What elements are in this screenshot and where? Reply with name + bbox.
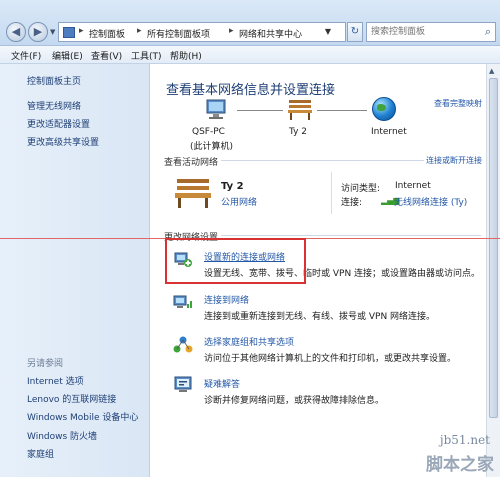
refresh-icon: ↻ bbox=[350, 26, 360, 37]
sidebar: 控制面板主页 管理无线网络 更改适配器设置 更改高级共享设置 另请参阅 Inte… bbox=[0, 64, 150, 477]
map-node-network-name: Ty 2 bbox=[289, 127, 308, 137]
menu-help[interactable]: 帮助(H) bbox=[170, 49, 202, 62]
map-node-internet-name: Internet bbox=[371, 127, 407, 137]
bench-network-icon bbox=[288, 100, 312, 120]
control-panel-icon bbox=[63, 27, 75, 38]
divider bbox=[331, 172, 332, 214]
map-node-computer-sub: (此计算机) bbox=[190, 142, 234, 152]
watermark-site: jb51.net bbox=[439, 433, 490, 447]
back-arrow-icon: ◀ bbox=[11, 25, 21, 38]
active-networks-label: 查看活动网络 bbox=[164, 158, 219, 168]
divider bbox=[221, 235, 481, 236]
breadcrumb-separator-icon[interactable]: ▸ bbox=[229, 26, 234, 36]
page-title: 查看基本网络信息并设置连接 bbox=[166, 83, 336, 98]
menu-edit[interactable]: 编辑(E) bbox=[52, 49, 83, 62]
breadcrumb[interactable]: ▸ 控制面板 ▸ 所有控制面板项 ▸ 网络和共享中心 ▼ bbox=[58, 22, 346, 42]
task-troubleshoot-link[interactable]: 疑难解答 bbox=[204, 377, 240, 390]
menu-tools[interactable]: 工具(T) bbox=[131, 49, 162, 62]
forward-arrow-icon: ▶ bbox=[33, 25, 43, 38]
view-full-map-link[interactable]: 查看完整映射 bbox=[434, 98, 482, 109]
computer-icon bbox=[206, 99, 226, 119]
task-connect-network-link[interactable]: 连接到网络 bbox=[204, 293, 249, 306]
breadcrumb-separator-icon[interactable]: ▸ bbox=[137, 26, 142, 36]
breadcrumb-item[interactable]: 网络和共享中心 bbox=[239, 27, 302, 40]
task-connect-network-desc: 连接到或重新连接到无线、有线、拨号或 VPN 网络连接。 bbox=[204, 312, 436, 322]
network-name: Ty 2 bbox=[221, 181, 244, 192]
search-input[interactable] bbox=[367, 23, 477, 40]
see-also-internet-options[interactable]: Internet 选项 bbox=[27, 374, 84, 387]
breadcrumb-item[interactable]: 所有控制面板项 bbox=[147, 27, 210, 40]
see-also-windows-mobile[interactable]: Windows Mobile 设备中心 bbox=[27, 410, 138, 423]
annotation-highlight-box bbox=[165, 238, 306, 284]
task-troubleshoot-desc: 诊断并修复网络问题，或获得故障排除信息。 bbox=[204, 396, 385, 406]
access-type-value: Internet bbox=[395, 181, 431, 191]
see-also-homegroup[interactable]: 家庭组 bbox=[27, 447, 54, 460]
breadcrumb-item[interactable]: 控制面板 bbox=[89, 27, 125, 40]
task-homegroup-link[interactable]: 选择家庭组和共享选项 bbox=[204, 335, 294, 348]
address-dropdown-icon[interactable]: ▼ bbox=[325, 27, 331, 36]
network-type-link[interactable]: 公用网络 bbox=[221, 195, 257, 208]
map-link-line bbox=[237, 110, 283, 111]
search-box[interactable]: ⌕ bbox=[366, 22, 496, 42]
search-icon[interactable]: ⌕ bbox=[485, 25, 491, 39]
troubleshoot-icon bbox=[174, 376, 192, 392]
task-homegroup-desc: 访问位于其他网络计算机上的文件和打印机，或更改共享设置。 bbox=[204, 354, 457, 364]
connect-disconnect-link[interactable]: 连接或断开连接 bbox=[426, 155, 482, 166]
see-also-firewall[interactable]: Windows 防火墙 bbox=[27, 429, 97, 442]
menu-view[interactable]: 查看(V) bbox=[91, 49, 122, 62]
internet-globe-icon bbox=[372, 97, 396, 121]
sidebar-item-advanced-sharing[interactable]: 更改高级共享设置 bbox=[27, 135, 99, 148]
refresh-button[interactable]: ↻ bbox=[347, 22, 363, 42]
access-type-label: 访问类型: bbox=[341, 184, 381, 194]
homegroup-icon bbox=[173, 336, 193, 353]
see-also-lenovo[interactable]: Lenovo 的互联网链接 bbox=[27, 392, 116, 405]
vertical-scrollbar[interactable]: ▲ bbox=[486, 64, 500, 477]
history-dropdown-icon[interactable]: ▼ bbox=[50, 28, 55, 36]
scrollbar-thumb[interactable] bbox=[489, 78, 498, 418]
watermark-brand: 脚本之家 bbox=[426, 455, 494, 475]
scroll-up-icon[interactable]: ▲ bbox=[489, 67, 494, 75]
bench-network-icon bbox=[175, 179, 211, 208]
map-link-line bbox=[317, 110, 367, 111]
divider bbox=[221, 160, 424, 161]
forward-button[interactable]: ▶ bbox=[28, 22, 48, 42]
map-node-computer-name: QSF-PC bbox=[192, 127, 225, 137]
breadcrumb-separator-icon[interactable]: ▸ bbox=[79, 26, 84, 36]
sidebar-item-adapter-settings[interactable]: 更改适配器设置 bbox=[27, 117, 90, 130]
connection-label: 连接: bbox=[341, 198, 363, 208]
address-bar: ◀ ▶ ▼ ▸ 控制面板 ▸ 所有控制面板项 ▸ 网络和共享中心 ▼ ↻ ⌕ bbox=[0, 0, 500, 46]
sidebar-item-control-panel-home[interactable]: 控制面板主页 bbox=[27, 74, 81, 87]
menu-bar: 文件(F) 编辑(E) 查看(V) 工具(T) 帮助(H) bbox=[0, 46, 500, 64]
menu-file[interactable]: 文件(F) bbox=[11, 49, 41, 62]
connect-network-icon bbox=[173, 295, 192, 308]
connection-link[interactable]: 无线网络连接 (Ty) bbox=[394, 195, 467, 208]
sidebar-item-manage-wireless[interactable]: 管理无线网络 bbox=[27, 99, 81, 112]
see-also-heading: 另请参阅 bbox=[27, 359, 64, 369]
back-button[interactable]: ◀ bbox=[6, 22, 26, 42]
